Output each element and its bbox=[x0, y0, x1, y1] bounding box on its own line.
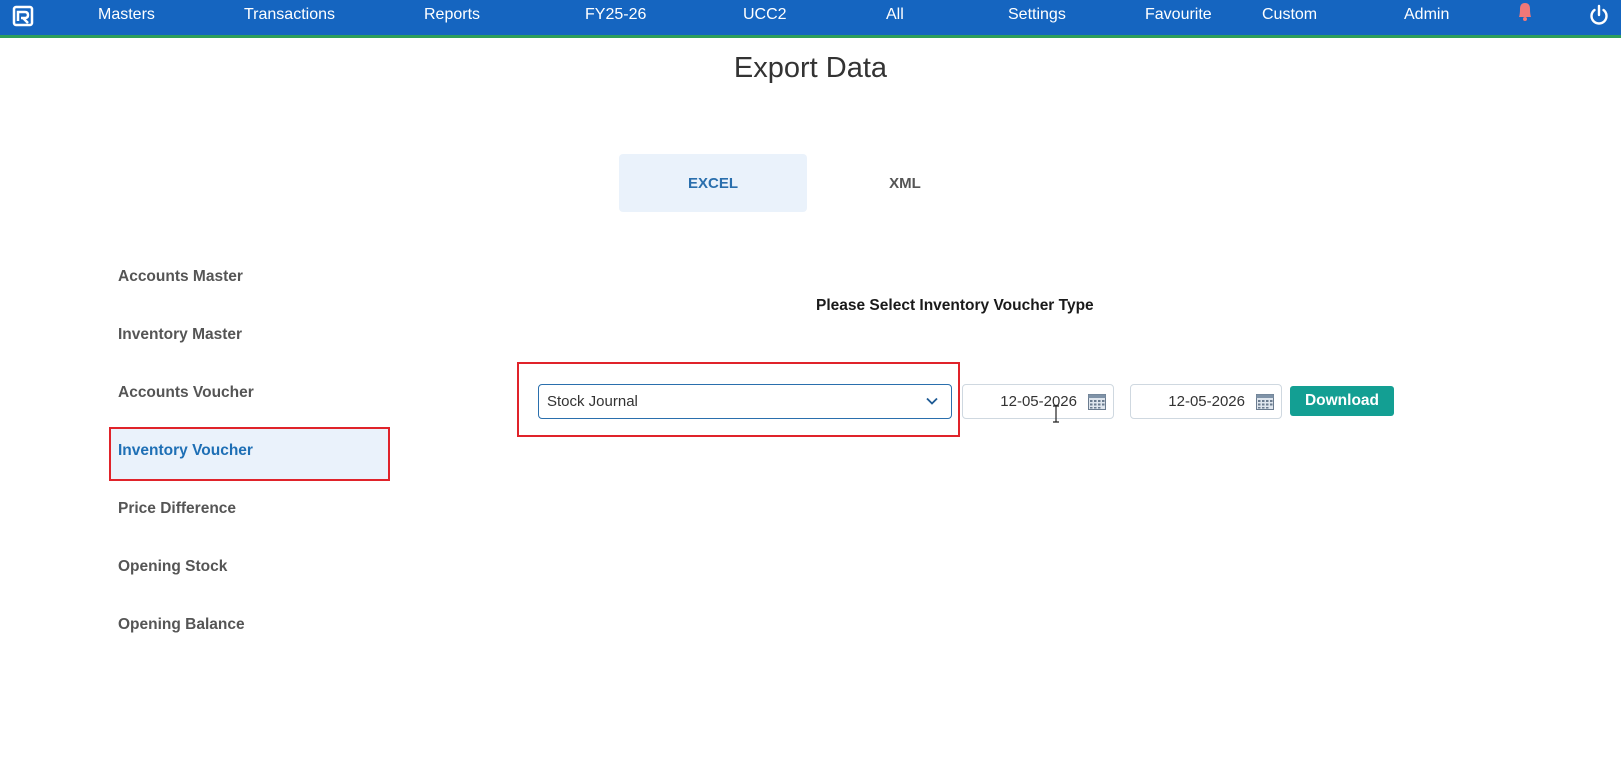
sidebar-item-inventory-master[interactable]: Inventory Master bbox=[118, 326, 242, 344]
nav-custom[interactable]: Custom bbox=[1262, 6, 1317, 24]
text-cursor-icon bbox=[1053, 405, 1059, 423]
top-nav-bar: Masters Transactions Reports FY25-26 UCC… bbox=[0, 0, 1621, 38]
calendar-icon[interactable] bbox=[1088, 394, 1106, 410]
from-date-value: 12-05-2026 bbox=[1000, 393, 1077, 410]
sidebar-item-inventory-voucher[interactable]: Inventory Voucher bbox=[118, 442, 253, 460]
nav-favourite[interactable]: Favourite bbox=[1145, 6, 1212, 24]
sidebar-item-accounts-voucher[interactable]: Accounts Voucher bbox=[118, 384, 254, 402]
nav-financial-year[interactable]: FY25-26 bbox=[585, 6, 646, 24]
calendar-icon[interactable] bbox=[1256, 394, 1274, 410]
tab-excel[interactable]: EXCEL bbox=[619, 154, 807, 212]
download-button[interactable]: Download bbox=[1290, 386, 1394, 416]
nav-all[interactable]: All bbox=[886, 6, 904, 24]
nav-reports[interactable]: Reports bbox=[424, 6, 480, 24]
nav-masters[interactable]: Masters bbox=[98, 6, 155, 24]
sidebar-item-opening-stock[interactable]: Opening Stock bbox=[118, 558, 227, 576]
voucher-type-value: Stock Journal bbox=[547, 393, 638, 410]
to-date-value: 12-05-2026 bbox=[1168, 393, 1245, 410]
sidebar-item-price-difference[interactable]: Price Difference bbox=[118, 500, 236, 518]
to-date-field[interactable]: 12-05-2026 bbox=[1130, 384, 1282, 419]
from-date-field[interactable]: 12-05-2026 bbox=[962, 384, 1114, 419]
tab-xml[interactable]: XML bbox=[811, 154, 999, 212]
power-icon[interactable] bbox=[1588, 4, 1610, 26]
sidebar-item-accounts-master[interactable]: Accounts Master bbox=[118, 268, 243, 286]
chevron-down-icon bbox=[926, 397, 938, 405]
page-title: Export Data bbox=[733, 52, 888, 84]
nav-settings[interactable]: Settings bbox=[1008, 6, 1066, 24]
sidebar-item-opening-balance[interactable]: Opening Balance bbox=[118, 616, 245, 634]
bell-icon[interactable] bbox=[1514, 0, 1536, 22]
voucher-type-select[interactable]: Stock Journal bbox=[538, 384, 952, 419]
app-logo-icon[interactable] bbox=[12, 5, 34, 27]
nav-ucc2[interactable]: UCC2 bbox=[743, 6, 787, 24]
voucher-type-prompt: Please Select Inventory Voucher Type bbox=[816, 297, 1094, 314]
nav-transactions[interactable]: Transactions bbox=[244, 6, 335, 24]
nav-admin[interactable]: Admin bbox=[1404, 6, 1449, 24]
